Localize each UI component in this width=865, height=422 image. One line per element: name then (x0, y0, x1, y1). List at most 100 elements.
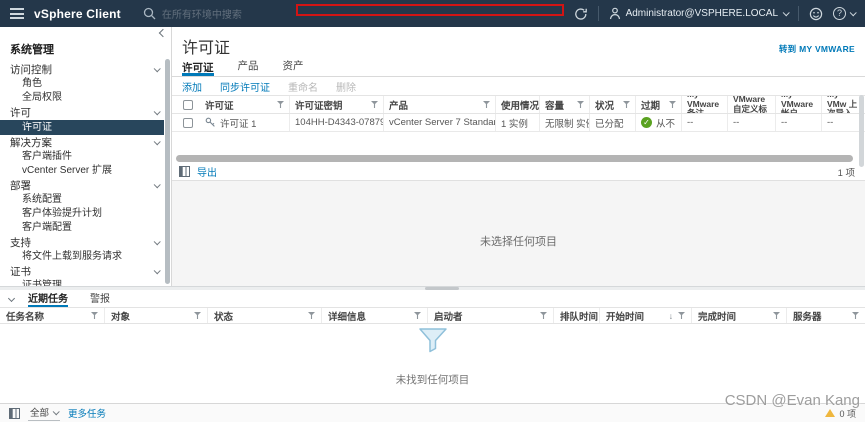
delete-button[interactable]: 删除 (336, 79, 356, 94)
chevron-down-icon (52, 407, 60, 415)
column-header-capacity[interactable]: 容量 (540, 96, 590, 113)
help-icon: ? (833, 7, 846, 20)
collapse-tasks-icon[interactable] (7, 294, 16, 303)
page-title: 许可证 (182, 40, 231, 57)
sidebar-item-client-configuration[interactable]: 客户端配置 (0, 221, 171, 235)
column-header-mv-notes[interactable]: My VMware 备注 (682, 96, 728, 113)
sidebar-item-system-configuration[interactable]: 系统配置 (0, 193, 171, 207)
filter-icon[interactable] (194, 312, 201, 319)
filter-icon[interactable] (91, 312, 98, 319)
filter-icon[interactable] (669, 101, 676, 108)
sidebar-section-certificates[interactable]: 证书 (0, 264, 171, 279)
expiration-cell: 从不 (656, 118, 676, 130)
sidebar-item-vcenter-extensions[interactable]: vCenter Server 扩展 (0, 164, 171, 178)
feedback-smiley-icon[interactable] (809, 7, 823, 21)
user-menu[interactable]: Administrator@VSPHERE.LOCAL (609, 7, 790, 20)
column-header-start-time[interactable]: 开始时间 ↓ (600, 308, 692, 323)
filter-icon[interactable] (277, 101, 284, 108)
column-header-initiator[interactable]: 启动者 (428, 308, 554, 323)
grid-empty-space (172, 132, 865, 154)
menu-icon[interactable] (10, 8, 24, 19)
column-header-license[interactable]: 许可证 (200, 96, 290, 113)
column-header-details[interactable]: 详细信息 (322, 308, 428, 323)
sort-descending-icon[interactable]: ↓ (669, 311, 673, 321)
column-header-expiration[interactable]: 过期 (636, 96, 682, 113)
column-header-usage[interactable]: 使用情况 (496, 96, 540, 113)
sidebar-section-deployment[interactable]: 部署 (0, 178, 171, 193)
sidebar-item-licenses[interactable]: 许可证 (0, 120, 164, 135)
column-settings-icon[interactable] (9, 407, 20, 419)
add-button[interactable]: 添加 (182, 79, 202, 94)
help-menu[interactable]: ? (833, 7, 857, 20)
filter-icon[interactable] (773, 312, 780, 319)
column-header-status[interactable]: 状态 (208, 308, 322, 323)
section-label: 访问控制 (10, 64, 52, 76)
sidebar-section-solutions[interactable]: 解决方案 (0, 135, 171, 150)
filter-icon[interactable] (371, 101, 378, 108)
grid-footer: 导出 1 项 (172, 163, 865, 181)
chevron-down-icon (153, 181, 161, 189)
tab-products[interactable]: 产品 (238, 58, 259, 76)
watermark-text: CSDN @Evan Kang (724, 392, 860, 409)
topbar-actions: Administrator@VSPHERE.LOCAL ? (574, 6, 865, 21)
sidebar-item-upload-file[interactable]: 将文件上载到服务请求 (0, 250, 171, 264)
column-header-target[interactable]: 对象 (105, 308, 208, 323)
go-to-my-vmware-link[interactable]: 转到 MY VMWARE (779, 43, 855, 55)
sidebar-item-certificate-management[interactable]: 证书管理 (0, 279, 171, 286)
no-selection-text: 未选择任何项目 (480, 236, 557, 248)
sidebar-section-licensing[interactable]: 许可 (0, 105, 171, 120)
horizontal-scrollbar-thumb[interactable] (176, 155, 853, 162)
refresh-icon[interactable] (574, 7, 588, 21)
sync-licenses-button[interactable]: 同步许可证 (220, 79, 270, 94)
column-header-license-key[interactable]: 许可证密钥 (290, 96, 384, 113)
filter-icon[interactable] (623, 101, 630, 108)
column-header-server[interactable]: 服务器 (787, 308, 865, 323)
filter-icon[interactable] (414, 312, 421, 319)
detail-empty-state: 未选择任何项目 (172, 181, 865, 286)
column-header-completion-time[interactable]: 完成时间 (692, 308, 787, 323)
tab-recent-tasks[interactable]: 近期任务 (28, 290, 68, 307)
column-header-queued-for[interactable]: 排队时间 (554, 308, 600, 323)
annotation-highlight (296, 4, 564, 16)
rename-button[interactable]: 重命名 (288, 79, 318, 94)
task-filter-dropdown[interactable]: 全部 (28, 405, 61, 421)
sidebar-item-client-plugins[interactable]: 客户端插件 (0, 150, 171, 164)
tab-alarms[interactable]: 警报 (90, 290, 110, 307)
filter-icon[interactable] (678, 312, 685, 319)
tab-assets[interactable]: 资产 (283, 58, 304, 76)
filter-icon[interactable] (483, 101, 490, 108)
mv-labels-cell: -- (728, 114, 776, 131)
more-tasks-link[interactable]: 更多任务 (68, 406, 106, 420)
column-header-product[interactable]: 产品 (384, 96, 496, 113)
sidebar-item-global-permissions[interactable]: 全局权限 (0, 91, 171, 105)
column-header-mv-labels[interactable]: My VMware 自定义标签 (728, 96, 776, 113)
license-table-row[interactable]: 许可证 1 104HH-D4343-07879-MV08K-2D2... vCe… (172, 114, 865, 132)
no-items-found-text: 未找到任何项目 (395, 374, 470, 386)
sidebar-item-roles[interactable]: 角色 (0, 77, 171, 91)
filter-icon[interactable] (308, 312, 315, 319)
column-header-mv-account[interactable]: My VMware 帐户 (776, 96, 822, 113)
column-header-state[interactable]: 状况 (590, 96, 636, 113)
filter-icon[interactable] (540, 312, 547, 319)
state-cell: 已分配 (590, 114, 636, 131)
select-all-checkbox[interactable] (183, 99, 193, 110)
filter-icon[interactable] (852, 312, 859, 319)
license-name-link[interactable]: 许可证 1 (220, 116, 256, 130)
horizontal-scrollbar (176, 155, 861, 162)
sidebar-scrollbar[interactable] (165, 59, 170, 284)
export-link[interactable]: 导出 (197, 164, 217, 179)
row-checkbox[interactable] (183, 117, 193, 128)
tab-licenses[interactable]: 许可证 (182, 60, 214, 76)
column-header-task-name[interactable]: 任务名称 (0, 308, 105, 323)
filter-icon[interactable] (577, 101, 584, 108)
column-settings-icon[interactable] (179, 166, 190, 177)
chevron-down-icon (153, 65, 161, 73)
global-search[interactable]: 在所有环境中搜索 (143, 6, 242, 21)
app-title: vSphere Client (34, 6, 121, 21)
sidebar-section-access-control[interactable]: 访问控制 (0, 62, 171, 77)
sidebar-section-support[interactable]: 支持 (0, 235, 171, 250)
divider (798, 6, 799, 21)
sidebar-item-ceip[interactable]: 客户体验提升计划 (0, 207, 171, 221)
vertical-scrollbar-thumb[interactable] (859, 95, 864, 167)
collapse-sidebar-icon[interactable] (158, 28, 168, 38)
